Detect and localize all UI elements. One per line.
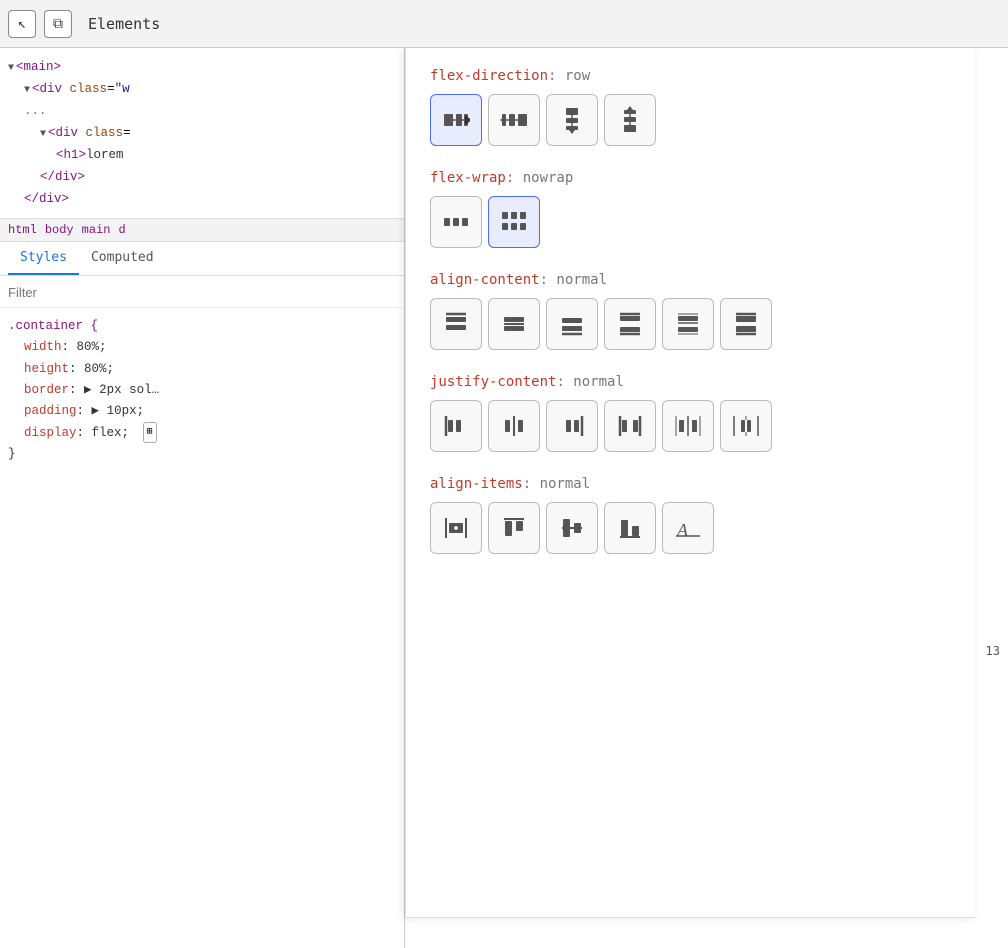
filter-input[interactable] xyxy=(8,285,396,300)
justify-content-center-btn[interactable] xyxy=(488,400,540,452)
align-content-stretch-btn[interactable] xyxy=(720,298,772,350)
flex-direction-column-reverse-btn[interactable] xyxy=(604,94,656,146)
align-items-center-btn[interactable] xyxy=(546,502,598,554)
align-content-space-between-btn[interactable] xyxy=(604,298,656,350)
dom-line-ellipsis[interactable]: ... xyxy=(0,100,404,122)
toolbar: ↖ ⧉ Elements xyxy=(0,0,1008,48)
svg-text:A: A xyxy=(676,520,689,540)
align-content-section: align-content: normal xyxy=(430,272,951,350)
css-prop-display[interactable]: display: flex; ⊞ xyxy=(8,422,396,444)
dom-line-closediv2[interactable]: </div> xyxy=(0,188,404,210)
align-content-buttons xyxy=(430,298,951,350)
align-content-space-around-btn[interactable] xyxy=(662,298,714,350)
cursor-icon[interactable]: ↖ xyxy=(8,10,36,38)
flex-wrap-nowrap-btn[interactable] xyxy=(430,196,482,248)
css-selector: .container { xyxy=(8,316,396,337)
dom-line-div1[interactable]: ▼<div class="w xyxy=(0,78,404,100)
flex-wrap-section: flex-wrap: nowrap xyxy=(430,170,951,248)
justify-content-start-btn[interactable] xyxy=(430,400,482,452)
dom-line-h1[interactable]: <h1>lorem xyxy=(0,144,404,166)
dom-line-main[interactable]: ▼<main> xyxy=(0,56,404,78)
align-items-label: align-items: normal xyxy=(430,476,951,492)
align-items-stretch-btn[interactable] xyxy=(430,502,482,554)
justify-content-end-btn[interactable] xyxy=(546,400,598,452)
dom-tree: ▼<main> ▼<div class="w ... ▼<div class= … xyxy=(0,48,404,218)
breadcrumb-html[interactable]: html xyxy=(8,223,37,237)
breadcrumb-d[interactable]: d xyxy=(118,223,125,237)
flex-editor: flex-direction: row xyxy=(405,48,975,918)
css-rules: .container { width: 80%; height: 80%; bo… xyxy=(0,308,404,948)
dom-line-div2[interactable]: ▼<div class= xyxy=(0,122,404,144)
main-area: ▼<main> ▼<div class="w ... ▼<div class= … xyxy=(0,48,1008,948)
line-number: 13 xyxy=(986,644,1000,658)
align-items-start-btn[interactable] xyxy=(488,502,540,554)
flex-wrap-label: flex-wrap: nowrap xyxy=(430,170,951,186)
breadcrumb-body[interactable]: body xyxy=(45,223,74,237)
flex-wrap-buttons xyxy=(430,196,951,248)
flex-direction-buttons xyxy=(430,94,951,146)
flex-direction-column-btn[interactable] xyxy=(546,94,598,146)
justify-content-section: justify-content: normal xyxy=(430,374,951,452)
justify-content-buttons xyxy=(430,400,951,452)
flex-direction-section: flex-direction: row xyxy=(430,68,951,146)
css-prop-border[interactable]: border: ▶ 2px sol… xyxy=(8,380,396,401)
css-prop-height[interactable]: height: 80%; xyxy=(8,359,396,380)
align-content-start-btn[interactable] xyxy=(430,298,482,350)
dom-line-closediv1[interactable]: </div> xyxy=(0,166,404,188)
tab-styles[interactable]: Styles xyxy=(8,242,79,275)
flex-direction-row-reverse-btn[interactable] xyxy=(488,94,540,146)
filter-row xyxy=(0,276,404,308)
align-content-label: align-content: normal xyxy=(430,272,951,288)
align-items-end-btn[interactable] xyxy=(604,502,656,554)
style-tabs: Styles Computed xyxy=(0,242,404,276)
justify-content-space-around-btn[interactable] xyxy=(662,400,714,452)
flex-direction-label: flex-direction: row xyxy=(430,68,951,84)
devtools-panel: ↖ ⧉ Elements ▼<main> ▼<div class="w ... … xyxy=(0,0,1008,948)
align-items-buttons: A xyxy=(430,502,951,554)
css-prop-width[interactable]: width: 80%; xyxy=(8,337,396,358)
css-prop-padding[interactable]: padding: ▶ 10px; xyxy=(8,401,396,422)
flex-badge[interactable]: ⊞ xyxy=(143,422,157,443)
breadcrumb-main[interactable]: main xyxy=(82,223,111,237)
flex-wrap-wrap-btn[interactable] xyxy=(488,196,540,248)
justify-content-space-between-btn[interactable] xyxy=(604,400,656,452)
align-content-center-btn[interactable] xyxy=(488,298,540,350)
copy-icon[interactable]: ⧉ xyxy=(44,10,72,38)
left-panel: ▼<main> ▼<div class="w ... ▼<div class= … xyxy=(0,48,405,948)
align-content-end-btn[interactable] xyxy=(546,298,598,350)
elements-tab[interactable]: Elements xyxy=(80,11,168,37)
align-items-baseline-btn[interactable]: A xyxy=(662,502,714,554)
align-items-section: align-items: normal xyxy=(430,476,951,554)
tab-computed[interactable]: Computed xyxy=(79,242,166,275)
css-close-brace: } xyxy=(8,444,396,465)
breadcrumb: html body main d xyxy=(0,218,404,242)
justify-content-space-evenly-btn[interactable] xyxy=(720,400,772,452)
flex-direction-row-btn[interactable] xyxy=(430,94,482,146)
justify-content-label: justify-content: normal xyxy=(430,374,951,390)
